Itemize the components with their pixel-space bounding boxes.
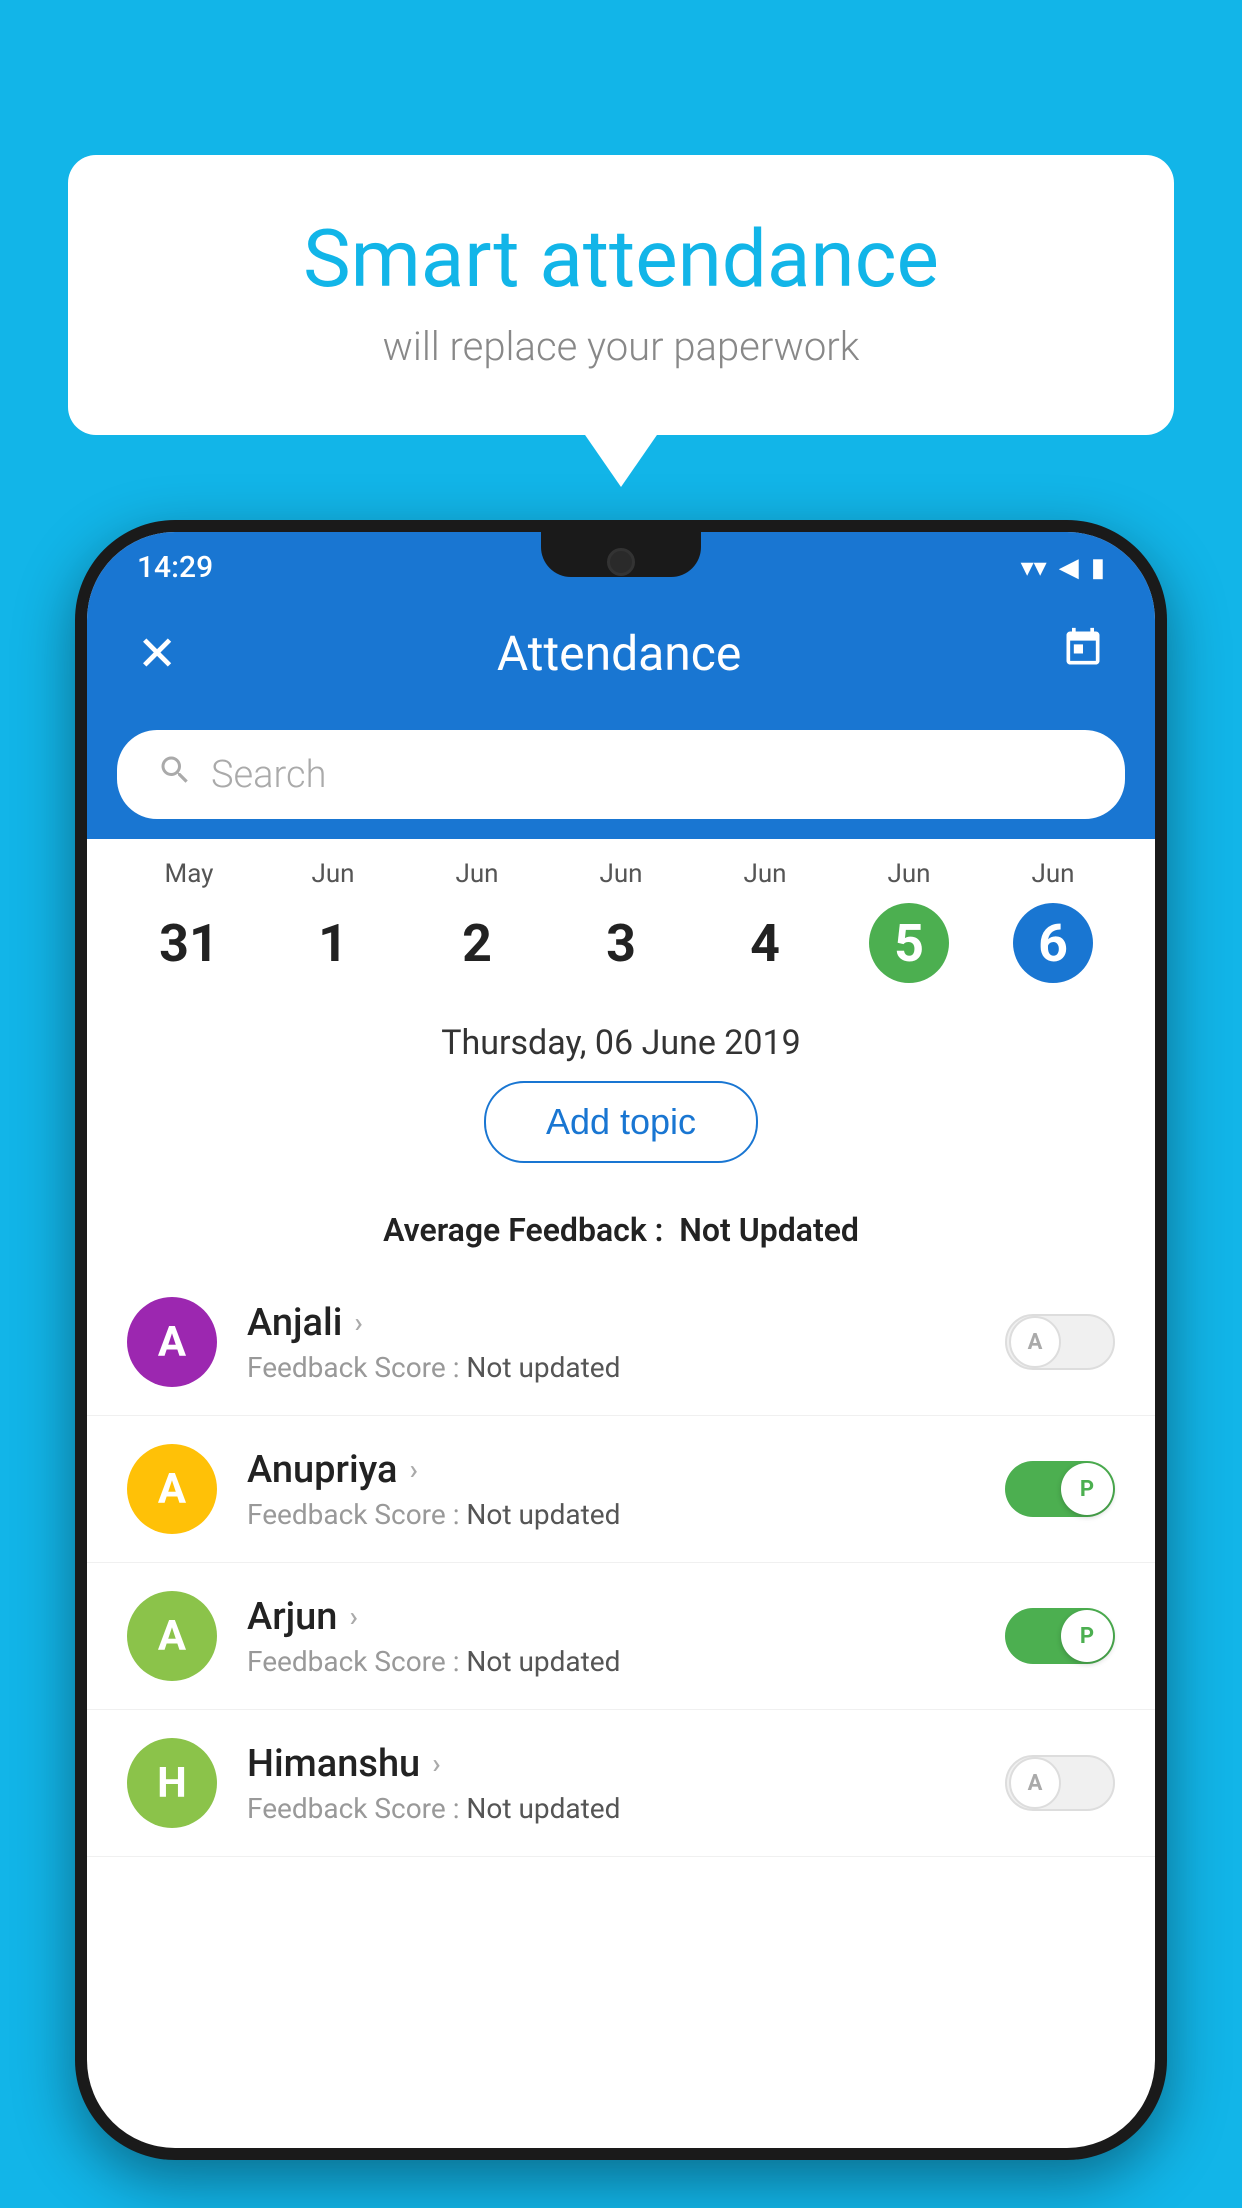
day-month-label: Jun <box>405 859 549 889</box>
avg-feedback-label: Average Feedback : <box>383 1211 663 1249</box>
student-item[interactable]: A Arjun › Feedback Score : Not updated P <box>87 1563 1155 1710</box>
phone-camera <box>607 548 635 576</box>
student-feedback: Feedback Score : Not updated <box>247 1351 975 1384</box>
add-topic-button[interactable]: Add topic <box>484 1081 758 1163</box>
student-info: Himanshu › Feedback Score : Not updated <box>247 1742 975 1825</box>
day-month-label: May <box>117 859 261 889</box>
attendance-toggle[interactable]: A <box>1005 1755 1115 1811</box>
speech-bubble-container: Smart attendance will replace your paper… <box>68 155 1174 435</box>
calendar-strip: May 31 Jun 1 Jun 2 Jun 3 Jun 4 Jun 5 Jun 6 <box>87 839 1155 993</box>
day-month-label: Jun <box>261 859 405 889</box>
student-name: Anupriya › <box>247 1448 975 1492</box>
student-info: Anjali › Feedback Score : Not updated <box>247 1301 975 1384</box>
toggle-knob: P <box>1061 1463 1113 1515</box>
student-feedback: Feedback Score : Not updated <box>247 1498 975 1531</box>
feedback-value: Not updated <box>466 1792 620 1825</box>
header-title: Attendance <box>497 625 742 682</box>
day-number-label: 1 <box>293 903 373 983</box>
phone-screen: 14:29 ▾▾ ◀ ▮ ✕ Attendance <box>87 532 1155 2148</box>
day-month-label: Jun <box>981 859 1125 889</box>
student-item[interactable]: A Anjali › Feedback Score : Not updated A <box>87 1269 1155 1416</box>
student-name: Arjun › <box>247 1595 975 1639</box>
student-name: Himanshu › <box>247 1742 975 1786</box>
student-avatar: A <box>127 1297 217 1387</box>
day-month-label: Jun <box>837 859 981 889</box>
search-bar[interactable]: Search <box>117 730 1125 819</box>
student-avatar: A <box>127 1444 217 1534</box>
battery-icon: ▮ <box>1091 553 1105 583</box>
day-number-label: 2 <box>437 903 517 983</box>
phone-notch <box>541 532 701 577</box>
close-button[interactable]: ✕ <box>137 625 177 682</box>
attendance-toggle[interactable]: A <box>1005 1314 1115 1370</box>
status-icons: ▾▾ ◀ ▮ <box>1021 553 1105 583</box>
phone-container: 14:29 ▾▾ ◀ ▮ ✕ Attendance <box>75 520 1167 2208</box>
calendar-day-2[interactable]: Jun 2 <box>405 859 549 983</box>
day-number-label: 3 <box>581 903 661 983</box>
day-month-label: Jun <box>693 859 837 889</box>
phone-frame: 14:29 ▾▾ ◀ ▮ ✕ Attendance <box>75 520 1167 2160</box>
day-number-label: 6 <box>1013 903 1093 983</box>
toggle-knob: P <box>1061 1610 1113 1662</box>
attendance-toggle[interactable]: P <box>1005 1461 1115 1517</box>
day-month-label: Jun <box>549 859 693 889</box>
student-item[interactable]: H Himanshu › Feedback Score : Not updated A <box>87 1710 1155 1857</box>
bubble-subtitle: will replace your paperwork <box>138 323 1104 370</box>
chevron-right-icon: › <box>354 1306 362 1339</box>
bubble-title: Smart attendance <box>138 215 1104 303</box>
student-avatar: H <box>127 1738 217 1828</box>
calendar-day-3[interactable]: Jun 3 <box>549 859 693 983</box>
day-number-label: 5 <box>869 903 949 983</box>
chevron-right-icon: › <box>432 1747 440 1780</box>
search-container: Search <box>87 710 1155 839</box>
student-avatar: A <box>127 1591 217 1681</box>
attendance-toggle[interactable]: P <box>1005 1608 1115 1664</box>
day-number-label: 4 <box>725 903 805 983</box>
chevron-right-icon: › <box>409 1453 417 1486</box>
student-list: AAnjali ›Feedback Score : Not updatedAAA… <box>87 1269 1155 2148</box>
status-time: 14:29 <box>137 550 213 585</box>
chevron-right-icon: › <box>349 1600 357 1633</box>
feedback-value: Not updated <box>466 1645 620 1678</box>
speech-bubble: Smart attendance will replace your paper… <box>68 155 1174 435</box>
student-name: Anjali › <box>247 1301 975 1345</box>
student-item[interactable]: A Anupriya › Feedback Score : Not updated P <box>87 1416 1155 1563</box>
student-feedback: Feedback Score : Not updated <box>247 1792 975 1825</box>
calendar-day-1[interactable]: Jun 1 <box>261 859 405 983</box>
feedback-value: Not updated <box>466 1498 620 1531</box>
calendar-day-31[interactable]: May 31 <box>117 859 261 983</box>
feedback-value: Not updated <box>466 1351 620 1384</box>
calendar-day-4[interactable]: Jun 4 <box>693 859 837 983</box>
student-info: Arjun › Feedback Score : Not updated <box>247 1595 975 1678</box>
calendar-day-5[interactable]: Jun 5 <box>837 859 981 983</box>
avg-feedback: Average Feedback : Not Updated <box>87 1201 1155 1269</box>
wifi-icon: ▾▾ <box>1021 553 1047 583</box>
search-icon <box>157 752 193 797</box>
app-header: ✕ Attendance <box>87 597 1155 710</box>
student-feedback: Feedback Score : Not updated <box>247 1645 975 1678</box>
student-info: Anupriya › Feedback Score : Not updated <box>247 1448 975 1531</box>
toggle-knob: A <box>1009 1757 1061 1809</box>
calendar-day-6[interactable]: Jun 6 <box>981 859 1125 983</box>
selected-date: Thursday, 06 June 2019 <box>87 993 1155 1081</box>
day-number-label: 31 <box>149 903 229 983</box>
toggle-knob: A <box>1009 1316 1061 1368</box>
avg-feedback-value: Not Updated <box>679 1211 859 1249</box>
calendar-icon[interactable] <box>1061 626 1105 681</box>
signal-icon: ◀ <box>1059 553 1079 583</box>
search-input[interactable]: Search <box>211 753 326 797</box>
